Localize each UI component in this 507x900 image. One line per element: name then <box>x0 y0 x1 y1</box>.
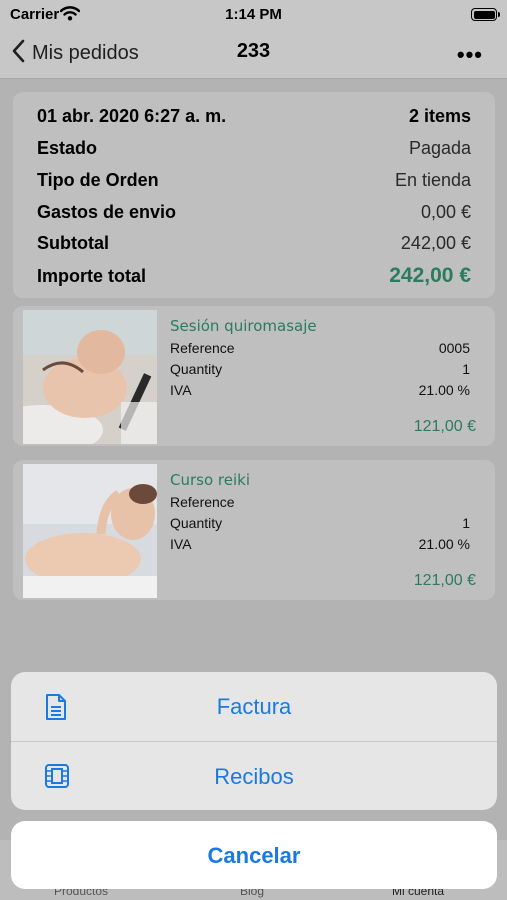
action-sheet: Factura Recibos <box>11 672 497 810</box>
item-price: 121,00 € <box>413 418 476 435</box>
item-price: 121,00 € <box>413 572 476 589</box>
item-reference-value: 0005 <box>438 340 470 356</box>
order-item-card[interactable]: Curso reiki Reference Quantity 1 IVA 21.… <box>13 460 495 600</box>
recibos-label: Recibos <box>214 764 294 789</box>
navigation-bar: Mis pedidos 233 ••• <box>0 30 507 79</box>
item-quantity-row: Quantity 1 <box>170 515 470 531</box>
order-row-value: 242,00 € <box>400 233 471 253</box>
factura-label: Factura <box>216 694 292 719</box>
item-quantity-value: 1 <box>462 515 470 531</box>
item-iva-label: IVA <box>170 536 192 552</box>
order-total-label: Importe total <box>37 266 147 286</box>
order-row-label: Tipo de Orden <box>37 170 159 190</box>
item-quantity-label: Quantity <box>170 515 223 531</box>
more-options-button[interactable]: ••• <box>457 42 483 68</box>
order-row-value: Pagada <box>408 138 471 158</box>
item-reference-label: Reference <box>170 494 235 510</box>
product-image <box>23 464 157 598</box>
order-row-total: Importe total 242,00 € <box>37 264 471 288</box>
item-iva-value: 21.00 % <box>418 536 470 552</box>
item-iva-label: IVA <box>170 382 192 398</box>
item-quantity-label: Quantity <box>170 361 223 377</box>
status-bar: Carrier 1:14 PM <box>0 0 507 30</box>
order-row-label: Estado <box>37 138 98 158</box>
order-row-estado: Estado Pagada <box>37 138 471 159</box>
factura-action[interactable]: Factura <box>11 672 497 741</box>
item-title: Sesión quiromasaje <box>170 317 317 335</box>
item-iva-value: 21.00 % <box>418 382 470 398</box>
order-row-subtotal: Subtotal 242,00 € <box>37 233 471 254</box>
order-row-gastos: Gastos de envio 0,00 € <box>37 202 471 223</box>
order-summary-card: 01 abr. 2020 6:27 a. m. 2 items Estado P… <box>13 92 495 298</box>
item-iva-row: IVA 21.00 % <box>170 382 470 398</box>
item-quantity-row: Quantity 1 <box>170 361 470 377</box>
item-title: Curso reiki <box>170 471 250 489</box>
item-reference-label: Reference <box>170 340 235 356</box>
item-reference-row: Reference 0005 <box>170 340 470 356</box>
product-image <box>23 310 157 444</box>
battery-icon <box>471 8 497 21</box>
order-total-value: 242,00 € <box>389 264 471 287</box>
page-title: 233 <box>236 40 271 62</box>
status-time: 1:14 PM <box>225 6 282 23</box>
item-quantity-value: 1 <box>462 361 470 377</box>
order-header-row: 01 abr. 2020 6:27 a. m. 2 items <box>37 106 471 127</box>
cancel-button[interactable]: Cancelar <box>11 821 497 889</box>
cancel-label: Cancelar <box>207 843 301 868</box>
order-row-label: Subtotal <box>37 233 109 253</box>
order-date: 01 abr. 2020 6:27 a. m. <box>37 106 227 126</box>
order-row-label: Gastos de envio <box>37 202 177 222</box>
item-reference-row: Reference <box>170 494 470 510</box>
order-items-count: 2 items <box>408 106 471 126</box>
order-item-card[interactable]: Sesión quiromasaje Reference 0005 Quanti… <box>13 306 495 446</box>
recibos-action[interactable]: Recibos <box>11 741 497 810</box>
order-row-tipo: Tipo de Orden En tienda <box>37 170 471 191</box>
order-row-value: 0,00 € <box>420 202 471 222</box>
order-row-value: En tienda <box>394 170 471 190</box>
item-iva-row: IVA 21.00 % <box>170 536 470 552</box>
